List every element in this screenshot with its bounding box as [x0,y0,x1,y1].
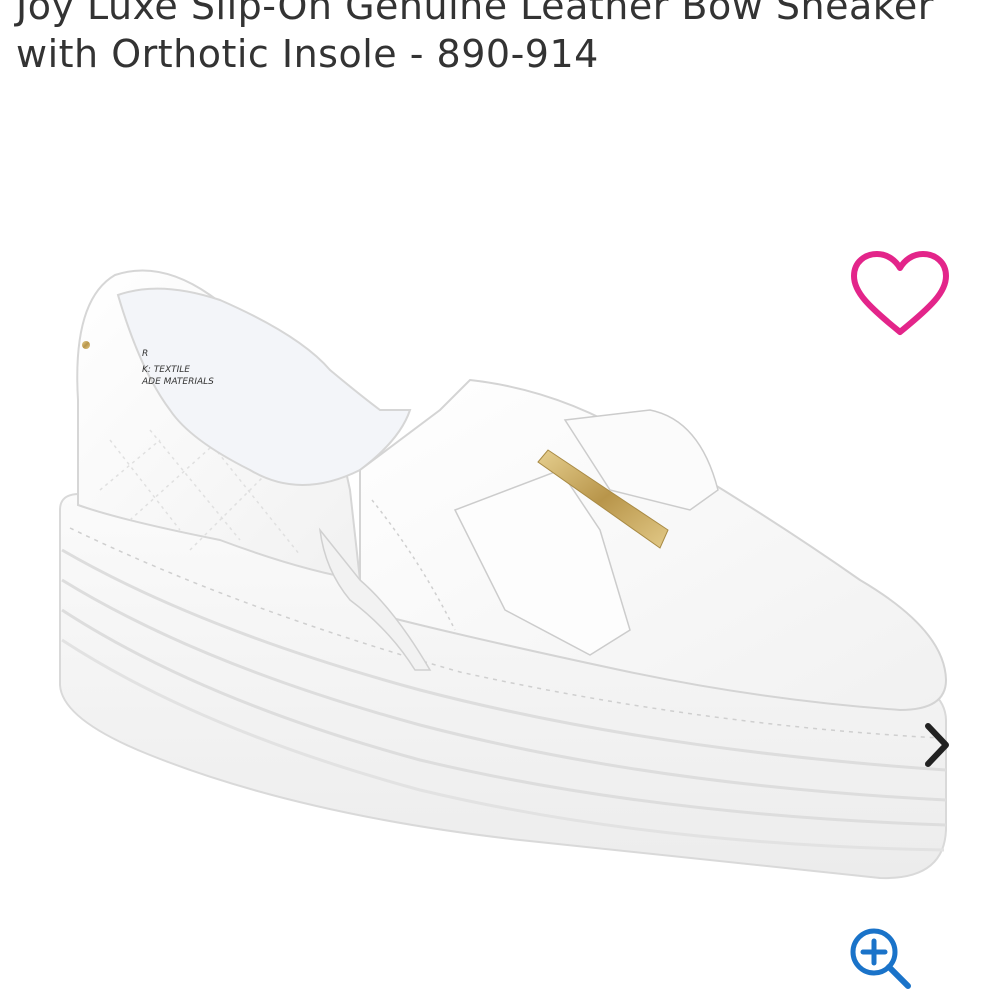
product-image-gallery: R K: TEXTILE ADE MATERIALS [0,110,1000,1000]
chevron-right-icon [925,723,949,767]
insole-label-line-3: ADE MATERIALS [141,377,214,387]
insole-label-line-1: R [142,349,148,359]
product-title: Joy Luxe Slip-On Genuine Leather Bow Sne… [16,0,976,78]
insole-label-line-2: K: TEXTILE [142,365,190,375]
zoom-in-icon [850,928,911,989]
zoom-button[interactable] [846,924,916,994]
heart-outline-icon [851,251,949,335]
product-title-line-1: Joy Luxe Slip-On Genuine Leather Bow Sne… [16,0,934,28]
favorite-button[interactable] [848,248,952,340]
product-image: R K: TEXTILE ADE MATERIALS [59,269,948,880]
next-image-button[interactable] [912,716,962,774]
product-title-line-2: with Orthotic Insole - 890-914 [16,32,599,76]
